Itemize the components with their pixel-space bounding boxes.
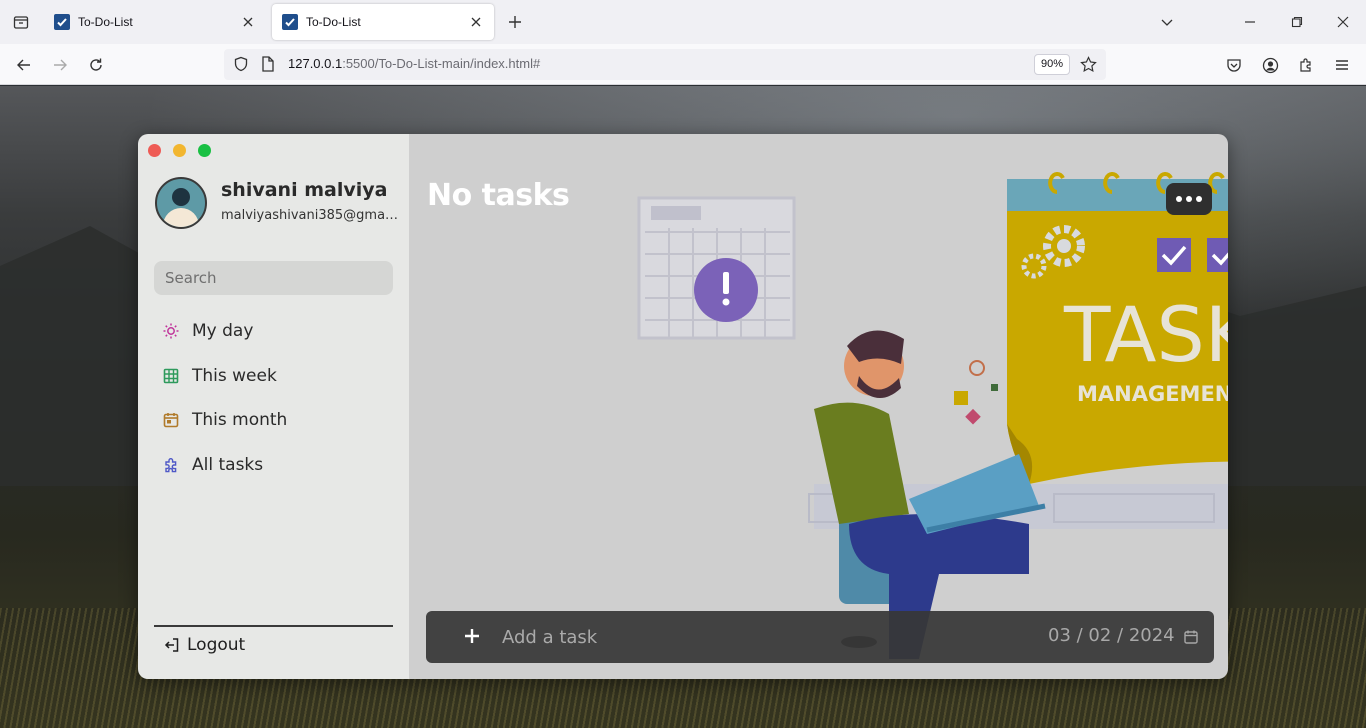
sidebar-item-all-tasks[interactable]: All tasks xyxy=(162,450,263,480)
close-window-icon[interactable] xyxy=(1331,10,1355,34)
logout-icon xyxy=(164,637,180,653)
sidebar-item-label: My day xyxy=(192,321,254,341)
board-subtitle-text: MANAGEMENT xyxy=(1077,382,1228,406)
page-title: No tasks xyxy=(427,178,570,213)
browser-nav-bar: 127.0.0.1:5500/To-Do-List-main/index.htm… xyxy=(0,44,1366,85)
logout-label: Logout xyxy=(187,635,246,655)
chevron-down-icon[interactable] xyxy=(1155,10,1179,34)
page-icon[interactable] xyxy=(261,56,275,76)
todo-favicon-icon xyxy=(282,14,298,30)
shield-icon[interactable] xyxy=(233,56,249,76)
user-name: shivani malviya xyxy=(221,179,388,201)
close-tab-icon[interactable] xyxy=(468,14,484,30)
restore-icon[interactable] xyxy=(1285,10,1309,34)
url-path: :5500/To-Do-List-main/index.html# xyxy=(342,56,541,71)
browser-tab-bar: To-Do-List To-Do-List xyxy=(0,0,1366,44)
sidebar-item-label: All tasks xyxy=(192,455,264,475)
sidebar: shivani malviya malviyashivani385@gmail.… xyxy=(138,134,409,679)
board-title-text: TASK xyxy=(1063,290,1228,379)
sidebar-item-label: This week xyxy=(192,366,277,386)
forward-icon[interactable] xyxy=(47,52,73,78)
sidebar-item-label: This month xyxy=(192,410,288,430)
dot-icon xyxy=(1196,196,1202,202)
user-email: malviyashivani385@gmail.com xyxy=(221,208,399,223)
close-dot[interactable] xyxy=(148,144,161,157)
puzzle-icon xyxy=(162,456,180,474)
task-management-illustration: TASK MANAGEMENT xyxy=(637,172,1228,659)
tab-list-icon[interactable] xyxy=(0,0,42,44)
back-icon[interactable] xyxy=(11,52,37,78)
logout-button[interactable]: Logout xyxy=(164,632,245,658)
url-text[interactable]: 127.0.0.1:5500/To-Do-List-main/index.htm… xyxy=(288,56,540,71)
calendar-picker-icon[interactable] xyxy=(1184,629,1198,644)
close-tab-icon[interactable] xyxy=(240,14,256,30)
minimize-icon[interactable] xyxy=(1238,10,1262,34)
sidebar-item-this-week[interactable]: This week xyxy=(162,361,277,391)
url-bar[interactable]: 127.0.0.1:5500/To-Do-List-main/index.htm… xyxy=(224,49,1106,80)
logout-divider xyxy=(154,625,393,627)
grid-calendar-icon xyxy=(162,367,180,385)
task-date-input[interactable]: 03 / 02 / 2024 xyxy=(1048,625,1175,646)
bookmark-star-icon[interactable] xyxy=(1080,56,1097,77)
maximize-dot[interactable] xyxy=(198,144,211,157)
url-host: 127.0.0.1 xyxy=(288,56,343,71)
more-options-button[interactable] xyxy=(1166,183,1212,215)
zoom-level-badge[interactable]: 90% xyxy=(1034,54,1071,75)
account-icon[interactable] xyxy=(1257,52,1283,78)
add-task-input[interactable] xyxy=(502,623,922,651)
browser-tab-active[interactable]: To-Do-List xyxy=(272,4,494,40)
sidebar-item-my-day[interactable]: My day xyxy=(162,316,253,346)
calendar-icon xyxy=(162,411,180,429)
hamburger-menu-icon[interactable] xyxy=(1329,52,1355,78)
dot-icon xyxy=(1186,196,1192,202)
reload-icon[interactable] xyxy=(83,52,109,78)
todo-favicon-icon xyxy=(54,14,70,30)
extensions-icon[interactable] xyxy=(1293,52,1319,78)
tab-title: To-Do-List xyxy=(78,15,133,29)
main-panel: TASK MANAGEMENT No tasks Add a task 03 /… xyxy=(409,134,1228,679)
dot-icon xyxy=(1176,196,1182,202)
page-background: shivani malviya malviyashivani385@gmail.… xyxy=(0,86,1366,728)
add-task-plus-icon[interactable] xyxy=(460,624,484,648)
todo-app-window: shivani malviya malviyashivani385@gmail.… xyxy=(138,134,1228,679)
tab-title: To-Do-List xyxy=(306,15,361,29)
search-input[interactable] xyxy=(154,261,393,295)
add-task-bar: 03 / 02 / 2024 xyxy=(426,611,1214,663)
window-traffic-lights xyxy=(148,144,211,157)
browser-tab-inactive[interactable]: To-Do-List xyxy=(44,0,266,44)
sidebar-item-this-month[interactable]: This month xyxy=(162,405,287,435)
pocket-icon[interactable] xyxy=(1221,52,1247,78)
minimize-dot[interactable] xyxy=(173,144,186,157)
new-tab-icon[interactable] xyxy=(503,10,527,34)
avatar xyxy=(155,177,207,229)
sun-icon xyxy=(162,322,180,340)
